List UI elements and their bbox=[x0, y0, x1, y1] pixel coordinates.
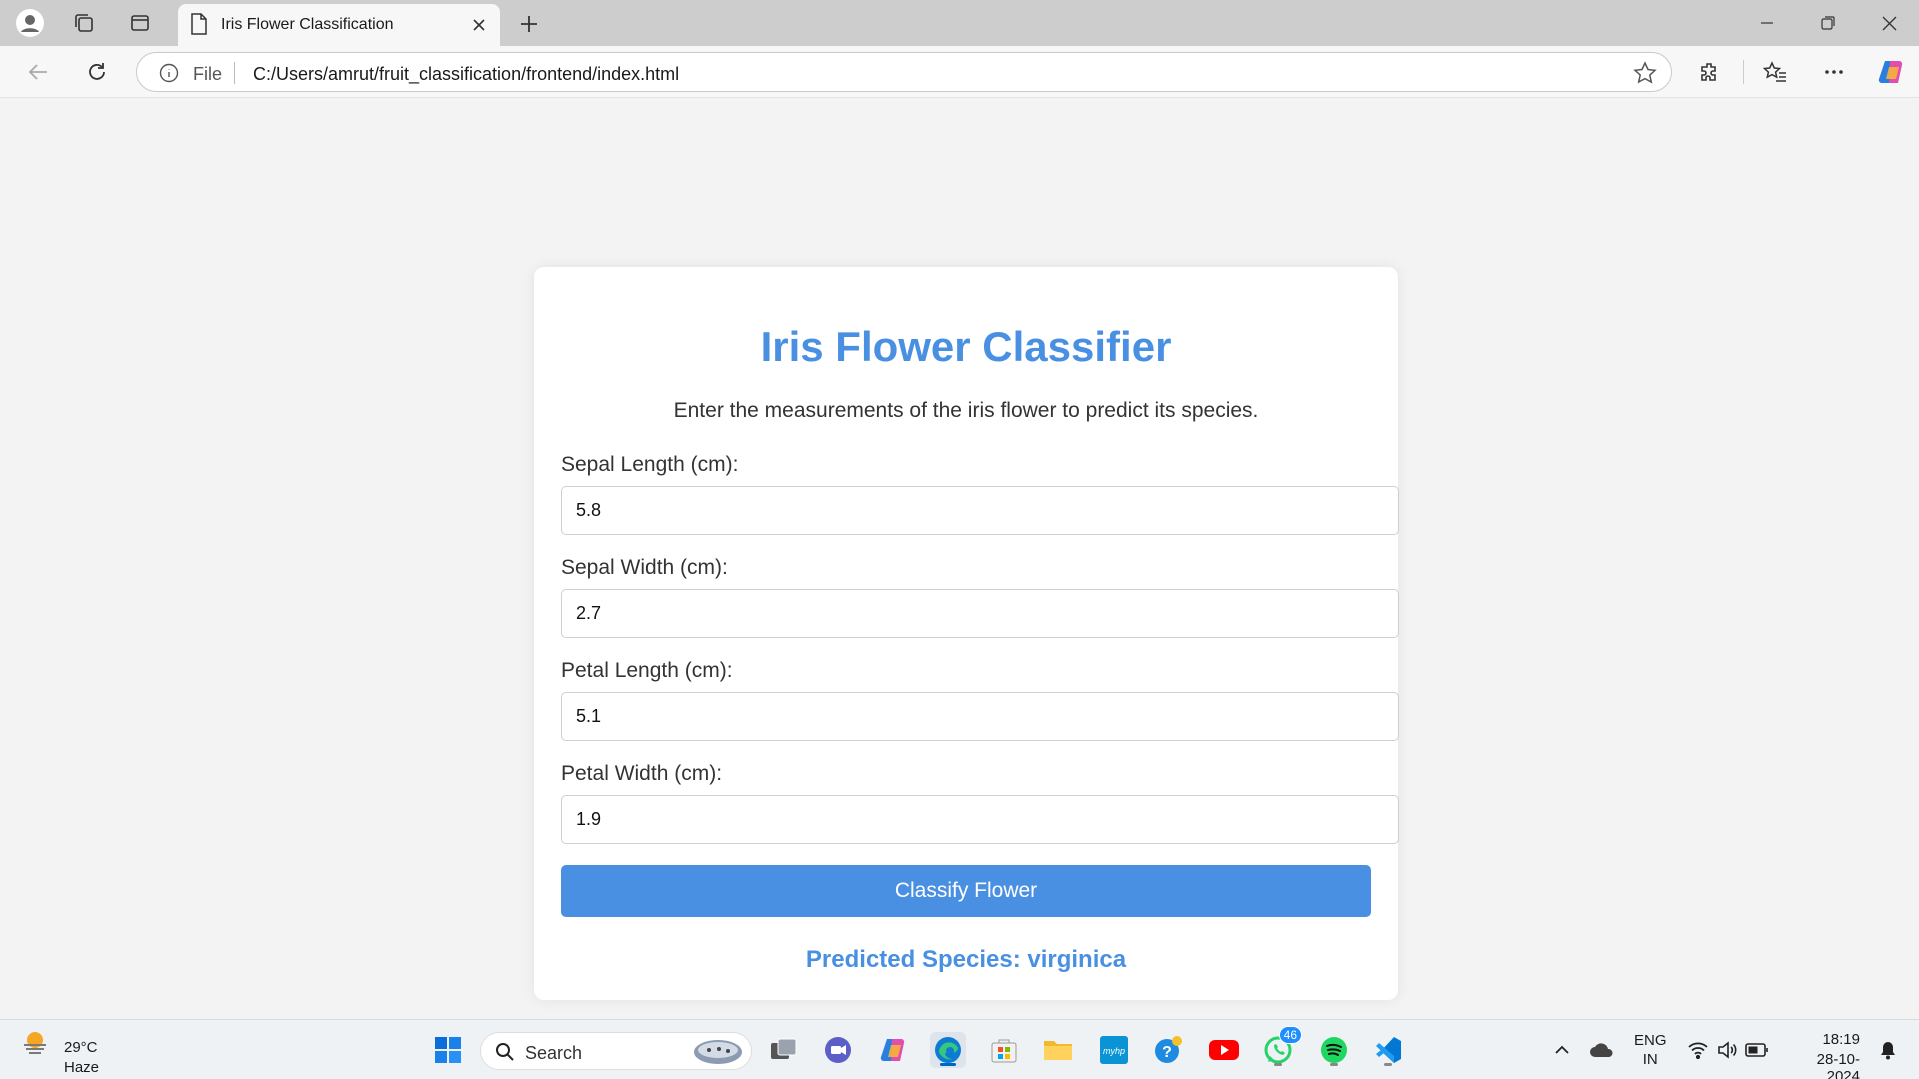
classifier-card: Iris Flower Classifier Enter the measure… bbox=[534, 267, 1399, 1000]
language-indicator[interactable]: ENG IN bbox=[1634, 1032, 1667, 1068]
search-highlight-icon bbox=[694, 1040, 742, 1064]
notifications-bell-icon[interactable] bbox=[1870, 1032, 1906, 1068]
battery-icon bbox=[1745, 1043, 1768, 1057]
running-indicator bbox=[1384, 1063, 1392, 1066]
search-placeholder: Search bbox=[525, 1043, 583, 1063]
whatsapp-unread-badge: 46 bbox=[1278, 1026, 1302, 1044]
file-scheme-label: File bbox=[193, 64, 223, 84]
myhp-app-icon[interactable]: myhp bbox=[1096, 1032, 1132, 1068]
prediction-result: Predicted Species: virginica bbox=[805, 946, 1127, 973]
close-tab-icon[interactable] bbox=[468, 14, 490, 36]
svg-text:?: ? bbox=[1162, 1044, 1172, 1061]
petal-length-input[interactable] bbox=[561, 692, 1399, 741]
classify-flower-button[interactable]: Classify Flower bbox=[561, 865, 1371, 917]
running-indicator bbox=[1274, 1063, 1282, 1066]
region-code: IN bbox=[1642, 1051, 1658, 1068]
petal-width-label: Petal Width (cm): bbox=[561, 762, 723, 785]
sepal-width-label: Sepal Width (cm): bbox=[561, 556, 728, 579]
address-divider bbox=[234, 62, 235, 84]
quick-settings[interactable] bbox=[1680, 1032, 1776, 1068]
wifi-icon bbox=[1688, 1042, 1708, 1059]
tab-bar: Iris Flower Classification bbox=[0, 0, 1919, 46]
document-icon bbox=[190, 13, 208, 40]
profile-icon[interactable] bbox=[14, 7, 46, 39]
page-title: Iris Flower Classifier bbox=[760, 323, 1172, 370]
search-icon bbox=[496, 1043, 514, 1061]
file-explorer-icon[interactable] bbox=[1040, 1032, 1076, 1068]
info-icon[interactable] bbox=[159, 63, 179, 88]
toolbar-divider bbox=[1743, 60, 1744, 84]
restore-icon[interactable] bbox=[1798, 0, 1858, 46]
svg-text:myhp: myhp bbox=[1103, 1046, 1125, 1056]
whatsapp-app-icon[interactable]: 46 bbox=[1260, 1026, 1302, 1068]
page-viewport: Iris Flower Classifier Enter the measure… bbox=[5, 99, 1914, 1017]
meet-app-icon[interactable] bbox=[820, 1032, 856, 1068]
edge-browser-icon[interactable] bbox=[930, 1032, 966, 1068]
taskbar: 29°C Haze Search myhp ? 46 ENG IN 18:19 … bbox=[0, 1019, 1919, 1079]
volume-icon bbox=[1718, 1041, 1737, 1059]
show-hidden-icons-chevron[interactable] bbox=[1544, 1032, 1580, 1068]
tab-title: Iris Flower Classification bbox=[221, 16, 394, 33]
copilot-icon[interactable] bbox=[1874, 54, 1910, 90]
clock-date: 28-10-2024 bbox=[1816, 1051, 1860, 1079]
vscode-app-icon[interactable] bbox=[1370, 1032, 1406, 1068]
task-view-icon[interactable] bbox=[766, 1032, 802, 1068]
favorites-icon[interactable] bbox=[1757, 54, 1793, 90]
petal-width-input[interactable] bbox=[561, 795, 1399, 844]
workspaces-icon[interactable] bbox=[68, 7, 100, 39]
clock-time: 18:19 bbox=[1822, 1031, 1860, 1048]
running-indicator bbox=[1330, 1063, 1338, 1066]
close-window-icon[interactable] bbox=[1859, 0, 1919, 46]
page-subtitle: Enter the measurements of the iris flowe… bbox=[673, 399, 1259, 422]
start-menu-icon[interactable] bbox=[430, 1032, 466, 1068]
help-app-icon[interactable]: ? bbox=[1150, 1032, 1186, 1068]
weather-condition: Haze bbox=[64, 1059, 100, 1076]
sepal-length-input[interactable] bbox=[561, 486, 1399, 535]
refresh-icon[interactable] bbox=[79, 54, 115, 90]
copilot-app-icon[interactable] bbox=[876, 1032, 912, 1068]
new-tab-icon[interactable] bbox=[513, 8, 545, 40]
minimize-icon[interactable] bbox=[1737, 0, 1797, 46]
onedrive-icon[interactable] bbox=[1584, 1032, 1620, 1068]
clock[interactable]: 18:19 28-10-2024 bbox=[1784, 1031, 1860, 1079]
haze-icon bbox=[24, 1032, 46, 1054]
weather-widget[interactable]: 29°C Haze bbox=[20, 1028, 99, 1076]
language-code: ENG bbox=[1634, 1032, 1667, 1049]
favorite-star-icon[interactable] bbox=[1633, 61, 1657, 90]
address-bar[interactable]: File C:/Users/amrut/fruit_classification… bbox=[136, 52, 1672, 92]
address-toolbar: File C:/Users/amrut/fruit_classification… bbox=[0, 46, 1919, 98]
active-tab[interactable]: Iris Flower Classification bbox=[178, 4, 500, 46]
sepal-length-label: Sepal Length (cm): bbox=[561, 453, 739, 476]
active-indicator bbox=[940, 1063, 956, 1066]
spotify-app-icon[interactable] bbox=[1316, 1032, 1352, 1068]
store-app-icon[interactable] bbox=[986, 1032, 1022, 1068]
petal-length-label: Petal Length (cm): bbox=[561, 659, 733, 682]
extensions-icon[interactable] bbox=[1692, 54, 1728, 90]
youtube-app-icon[interactable] bbox=[1206, 1032, 1242, 1068]
taskbar-search-box[interactable]: Search bbox=[480, 1032, 752, 1070]
back-arrow-icon[interactable] bbox=[20, 54, 56, 90]
weather-temperature: 29°C bbox=[64, 1039, 98, 1056]
more-options-icon[interactable] bbox=[1816, 54, 1852, 90]
url-text[interactable]: C:/Users/amrut/fruit_classification/fron… bbox=[253, 64, 679, 85]
vertical-tabs-icon[interactable] bbox=[124, 7, 156, 39]
sepal-width-input[interactable] bbox=[561, 589, 1399, 638]
